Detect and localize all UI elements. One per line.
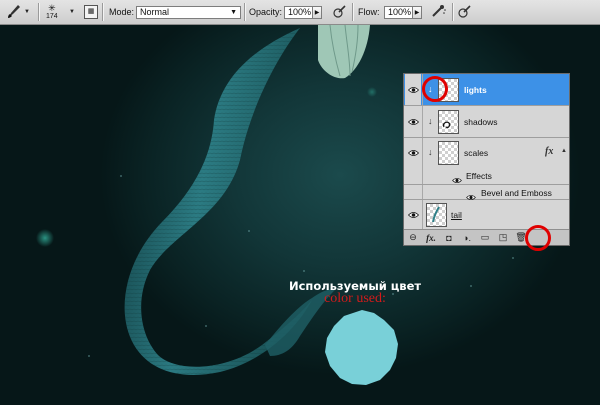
chevron-down-icon: ▼ — [230, 8, 237, 16]
pen-pressure-icon — [458, 4, 472, 20]
new-group-icon[interactable]: ▭ — [476, 232, 494, 243]
highlight-ring-clipping — [422, 76, 448, 102]
effect-name: Bevel and Emboss — [481, 188, 552, 198]
flow-value: 100% — [388, 7, 412, 17]
eye-icon — [407, 150, 419, 156]
chevron-down-icon: ▼ — [24, 9, 30, 15]
layer-mask-icon[interactable]: ◘ — [440, 233, 458, 243]
effects-row[interactable]: Effects — [404, 168, 569, 184]
collapse-effects-icon[interactable]: ▲ — [561, 148, 567, 154]
brush-tool-icon — [6, 3, 22, 21]
pressure-size-button[interactable] — [458, 0, 472, 24]
caption-english: color used: — [324, 291, 386, 306]
eye-icon — [407, 86, 419, 93]
layer-thumbnail — [438, 110, 459, 134]
effects-label: Effects — [466, 171, 492, 181]
layer-row-tail[interactable]: tail — [404, 200, 569, 230]
layer-name: lights — [464, 85, 487, 95]
flow-input[interactable]: 100% — [384, 5, 413, 19]
mode-label: Mode: — [109, 7, 135, 17]
flow-label: Flow: — [358, 7, 380, 17]
flow-slider-toggle[interactable]: ▶ — [413, 5, 422, 19]
mode-select[interactable]: Normal ▼ — [136, 5, 241, 19]
brush-size: 174 — [46, 12, 58, 20]
used-color-swatch — [325, 310, 398, 385]
tool-preset-picker[interactable]: ▼ — [6, 0, 30, 24]
opacity-value: 100% — [288, 7, 312, 17]
mode-value: Normal — [140, 7, 170, 17]
options-bar: ▼ ✳ 174 ▼ ▦ Mode: Normal ▼ Opacity: 100%… — [0, 0, 600, 25]
chevron-down-icon[interactable]: ▼ — [69, 9, 75, 15]
layer-name: shadows — [464, 117, 498, 127]
layer-style-icon[interactable]: fx. — [422, 233, 440, 243]
chevron-right-icon: ▶ — [314, 9, 320, 16]
effect-item-bevel-emboss[interactable]: Bevel and Emboss — [404, 184, 569, 201]
link-layers-icon[interactable]: ⊖ — [404, 232, 422, 243]
layer-thumbnail — [426, 203, 447, 227]
layer-row-scales[interactable]: ↓ scales fx ▲ — [404, 138, 569, 168]
eye-icon — [407, 212, 419, 218]
brush-preset-picker[interactable]: ✳ 174 — [46, 0, 58, 24]
brush-panel-icon: ▦ — [84, 5, 98, 19]
opacity-slider-toggle[interactable]: ▶ — [313, 5, 322, 19]
highlight-ring-new-layer — [525, 225, 551, 251]
opacity-input[interactable]: 100% — [284, 5, 313, 19]
visibility-toggle[interactable] — [405, 138, 421, 168]
pen-pressure-icon — [333, 4, 347, 20]
layer-fx-badge[interactable]: fx — [545, 146, 553, 157]
layer-name: tail — [451, 210, 462, 220]
eye-icon — [407, 118, 419, 125]
visibility-toggle[interactable] — [405, 106, 421, 137]
chevron-right-icon: ▶ — [414, 9, 420, 16]
clipping-arrow-icon: ↓ — [428, 116, 433, 126]
new-layer-icon[interactable]: ◳ — [494, 232, 512, 243]
brush-panel-toggle[interactable]: ▦ — [84, 0, 98, 24]
clipping-arrow-icon: ↓ — [428, 147, 433, 157]
layer-thumbnail — [438, 141, 459, 165]
pressure-opacity-button[interactable] — [333, 0, 347, 24]
visibility-toggle[interactable] — [405, 200, 421, 230]
brush-tip-icon: ✳ — [48, 2, 56, 13]
airbrush-icon — [431, 4, 447, 20]
adjustment-layer-icon[interactable]: ◑. — [458, 233, 476, 243]
opacity-label: Opacity: — [249, 7, 283, 17]
layer-name: scales — [464, 148, 489, 158]
visibility-toggle[interactable] — [405, 74, 421, 105]
airbrush-button[interactable] — [431, 0, 447, 24]
layer-row-shadows[interactable]: ↓ shadows — [404, 106, 569, 138]
